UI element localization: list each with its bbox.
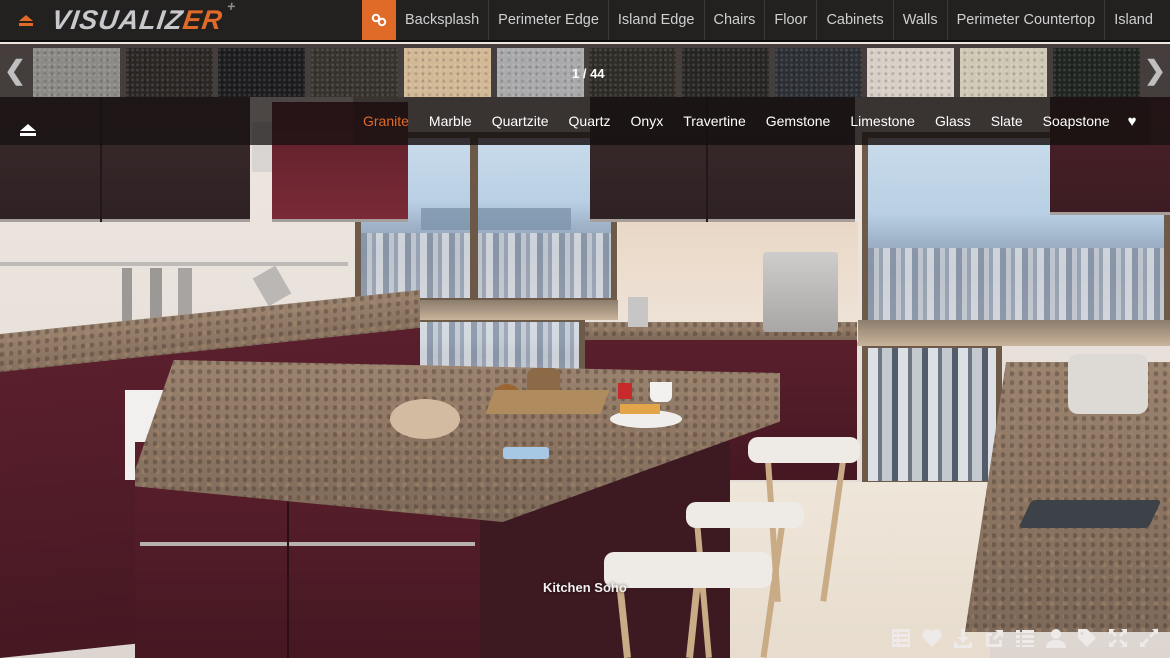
phone <box>503 447 549 459</box>
share-icon <box>985 630 1003 647</box>
swatch-thumbnail[interactable] <box>403 48 491 97</box>
knife-block <box>628 297 648 327</box>
scene-caption: Kitchen Soho <box>543 580 627 595</box>
tab-backsplash[interactable]: Backsplash <box>396 0 488 40</box>
swatch-thumbnail[interactable] <box>33 48 120 97</box>
app-logo: VISUALIZER + <box>49 0 238 35</box>
material-tab-travertine[interactable]: Travertine <box>673 113 756 129</box>
download-button[interactable] <box>947 624 978 652</box>
material-tab-glass[interactable]: Glass <box>925 113 981 129</box>
swatch-thumbnail[interactable] <box>311 48 399 97</box>
fruit <box>620 404 660 414</box>
details-button[interactable] <box>885 624 916 652</box>
eject-icon[interactable] <box>18 13 34 27</box>
material-tab-marble[interactable]: Marble <box>419 113 482 129</box>
logo-area: VISUALIZER + <box>0 0 362 40</box>
material-tab-quartz[interactable]: Quartz <box>559 113 621 129</box>
visualizer-app: VISUALIZER + Backsplash Perimeter Edge Is… <box>0 0 1170 658</box>
eject-icon[interactable] <box>20 124 36 138</box>
material-tab-gemstone[interactable]: Gemstone <box>756 113 841 129</box>
tab-floor[interactable]: Floor <box>764 0 816 40</box>
list-details-icon <box>891 629 910 647</box>
favorite-button[interactable] <box>916 624 947 652</box>
tab-walls[interactable]: Walls <box>892 0 947 40</box>
heart-icon <box>921 629 942 647</box>
chevron-left-icon: ❮ <box>4 55 26 85</box>
toaster <box>1068 354 1148 414</box>
user-icon <box>1045 629 1066 648</box>
coffee-cup <box>650 382 672 402</box>
coffee-machine <box>763 252 838 332</box>
swatch-carousel: ❮ 1 / 44 ❯ <box>0 44 1170 97</box>
list-icon <box>1015 630 1034 647</box>
chain-link-icon <box>371 13 387 27</box>
material-category-bar: Granite Marble Quartzite Quartz Onyx Tra… <box>0 97 1170 145</box>
favorites-heart-icon[interactable]: ♥ <box>1120 113 1149 130</box>
carousel-prev-button[interactable]: ❮ <box>0 44 30 97</box>
stool-seat <box>686 502 804 528</box>
carousel-counter: 1 / 44 <box>572 66 605 81</box>
stool-seat <box>748 437 860 463</box>
material-tab-granite[interactable]: Granite <box>353 113 419 129</box>
tab-perimeter-countertop[interactable]: Perimeter Countertop <box>946 0 1105 40</box>
fullscreen-button[interactable] <box>1102 624 1133 652</box>
tab-cabinets[interactable]: Cabinets <box>816 0 892 40</box>
carousel-next-button[interactable]: ❯ <box>1140 44 1170 97</box>
link-surfaces-button[interactable] <box>362 0 396 40</box>
swatch-thumbnail[interactable] <box>218 48 306 97</box>
bread-basket <box>390 399 460 439</box>
swatch-thumbnail[interactable] <box>125 48 213 97</box>
fullscreen-alt-icon <box>1139 629 1158 647</box>
window-mullion <box>470 132 478 304</box>
swatch-thumbnail[interactable] <box>681 48 769 97</box>
material-tab-limestone[interactable]: Limestone <box>840 113 925 129</box>
tablet <box>1018 500 1162 528</box>
top-navigation: VISUALIZER + Backsplash Perimeter Edge Is… <box>0 0 1170 42</box>
utensil-rail <box>0 262 348 266</box>
expand-button[interactable] <box>1133 624 1164 652</box>
window-lower-right <box>862 342 1002 487</box>
tab-perimeter-edge[interactable]: Perimeter Edge <box>488 0 608 40</box>
red-cup <box>618 383 632 399</box>
tag-button[interactable] <box>1071 624 1102 652</box>
tab-chairs[interactable]: Chairs <box>703 0 765 40</box>
cutting-board <box>485 390 610 414</box>
material-tab-soapstone[interactable]: Soapstone <box>1033 113 1120 129</box>
material-tab-onyx[interactable]: Onyx <box>621 113 674 129</box>
swatch-thumbnail[interactable] <box>960 48 1047 97</box>
material-tabs: Granite Marble Quartzite Quartz Onyx Tra… <box>353 97 1149 145</box>
list-button[interactable] <box>1009 624 1040 652</box>
bottom-toolbar <box>885 624 1164 652</box>
swatch-thumbnail[interactable] <box>496 48 584 97</box>
cabinet-seam <box>287 482 289 658</box>
swatch-thumbnail[interactable] <box>867 48 955 97</box>
surface-tabs: Backsplash Perimeter Edge Island Edge Ch… <box>396 0 1162 40</box>
tag-icon <box>1077 629 1096 647</box>
account-button[interactable] <box>1040 624 1071 652</box>
tab-island[interactable]: Island <box>1104 0 1162 40</box>
tab-island-edge[interactable]: Island Edge <box>607 0 704 40</box>
download-icon <box>953 629 972 648</box>
material-tab-quartzite[interactable]: Quartzite <box>482 113 559 129</box>
swatch-thumbnail[interactable] <box>774 48 862 97</box>
stool-seat <box>604 552 772 588</box>
window-sill <box>855 320 1170 346</box>
material-tab-slate[interactable]: Slate <box>981 113 1033 129</box>
share-button[interactable] <box>978 624 1009 652</box>
chevron-right-icon: ❯ <box>1144 55 1166 85</box>
cabinet-handle <box>140 542 475 546</box>
swatch-thumbnail[interactable] <box>1052 48 1140 97</box>
fullscreen-icon <box>1108 629 1127 647</box>
